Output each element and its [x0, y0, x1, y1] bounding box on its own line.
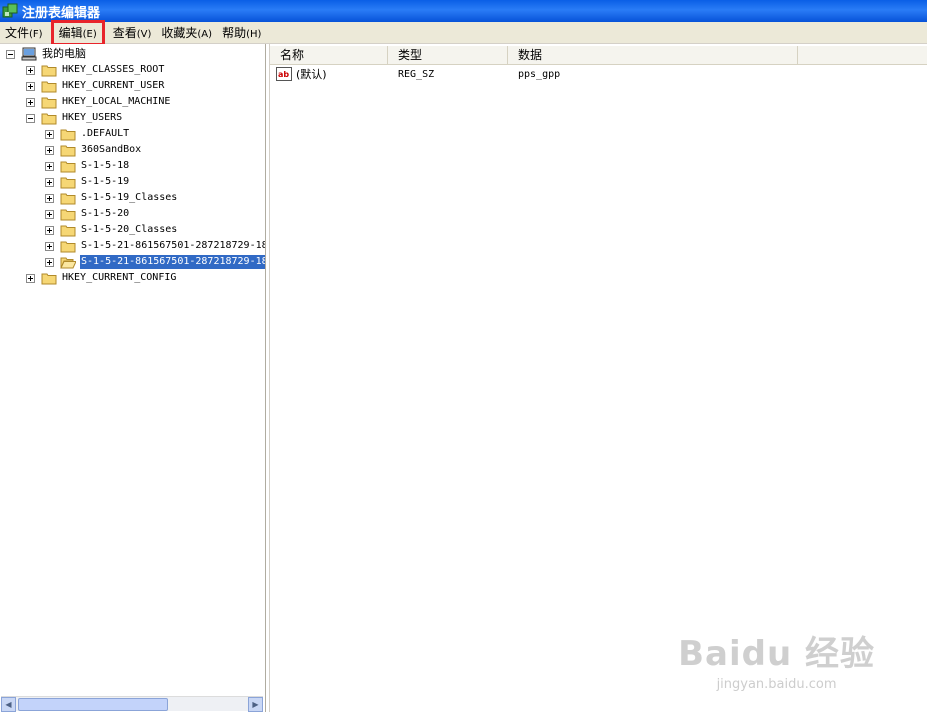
- tree-label: S-1-5-20: [81, 208, 130, 219]
- tree-node-default[interactable]: .DEFAULT: [45, 126, 130, 142]
- column-header-name[interactable]: 名称: [270, 46, 388, 65]
- folder-icon: [41, 273, 57, 284]
- open-folder-icon: [60, 257, 76, 268]
- menu-favorites-accel: (A): [197, 28, 213, 40]
- tree-label: HKEY_USERS: [62, 112, 123, 123]
- values-list: 名称 类型 数据 ab (默认) REG_SZ pps_gpp Baidu 经验…: [269, 44, 927, 712]
- tree-node-s-1-5-21-a[interactable]: S-1-5-21-861567501-287218729-18: [45, 238, 266, 254]
- computer-icon: [21, 47, 37, 61]
- menu-view-label: 查看: [112, 25, 137, 40]
- value-type: REG_SZ: [398, 68, 435, 80]
- tree-label: HKEY_CURRENT_CONFIG: [62, 272, 177, 283]
- tree-node-s-1-5-19-classes[interactable]: S-1-5-19_Classes: [45, 190, 178, 206]
- menu-file-accel: (F): [29, 28, 43, 40]
- tree-label: HKEY_CLASSES_ROOT: [62, 64, 165, 75]
- folder-icon: [60, 241, 76, 252]
- tree-label: HKEY_LOCAL_MACHINE: [62, 96, 171, 107]
- column-header-data[interactable]: 数据: [508, 46, 798, 65]
- window-title: 注册表编辑器: [22, 5, 101, 21]
- scroll-right-icon[interactable]: ▶: [248, 697, 263, 712]
- collapse-icon[interactable]: [6, 49, 15, 59]
- expand-icon[interactable]: [26, 65, 35, 75]
- tree-node-s-1-5-18[interactable]: S-1-5-18: [45, 158, 130, 174]
- value-name: (默认): [296, 68, 327, 81]
- expand-icon[interactable]: [26, 273, 35, 283]
- regedit-icon: [2, 3, 18, 18]
- folder-icon: [60, 129, 76, 140]
- tree-node-s-1-5-20[interactable]: S-1-5-20: [45, 206, 130, 222]
- folder-icon: [60, 161, 76, 172]
- tree-label: 360SandBox: [81, 144, 142, 155]
- value-data: pps_gpp: [518, 68, 561, 80]
- folder-icon: [60, 145, 76, 156]
- watermark: Baidu 经验 jingyan.baidu.com: [678, 626, 875, 692]
- menu-file[interactable]: 文件(F): [0, 23, 48, 43]
- value-row[interactable]: ab (默认) REG_SZ pps_gpp: [270, 66, 927, 82]
- menu-help-label: 帮助: [222, 25, 247, 40]
- folder-icon: [60, 209, 76, 220]
- folder-icon: [41, 65, 57, 76]
- tree-node-360sandbox[interactable]: 360SandBox: [45, 142, 142, 158]
- tree-node-hkcr[interactable]: HKEY_CLASSES_ROOT: [26, 62, 165, 78]
- tree-label: S-1-5-20_Classes: [81, 224, 178, 235]
- scroll-thumb[interactable]: [18, 698, 168, 711]
- tree-node-hkcc[interactable]: HKEY_CURRENT_CONFIG: [26, 270, 177, 286]
- tree-label: 我的电脑: [42, 47, 86, 60]
- menu-view[interactable]: 查看(V): [108, 23, 157, 43]
- expand-icon[interactable]: [45, 193, 54, 203]
- tree-label: S-1-5-21-861567501-287218729-18: [81, 240, 266, 251]
- collapse-icon[interactable]: [26, 113, 35, 123]
- key-tree: 我的电脑 HKEY_CLASSES_ROOT HKEY_CURRENT_USER…: [0, 44, 266, 712]
- expand-icon[interactable]: [45, 145, 54, 155]
- expand-icon[interactable]: [45, 209, 54, 219]
- expand-icon[interactable]: [26, 97, 35, 107]
- menu-favorites[interactable]: 收藏夹(A): [156, 23, 217, 43]
- string-value-icon: ab: [276, 67, 292, 81]
- tree-label: S-1-5-19_Classes: [81, 192, 178, 203]
- svg-text:ab: ab: [278, 70, 289, 79]
- tree-label: HKEY_CURRENT_USER: [62, 80, 165, 91]
- menu-edit-accel: (E): [82, 28, 97, 40]
- column-header-type[interactable]: 类型: [388, 46, 508, 65]
- tree-label: .DEFAULT: [81, 128, 130, 139]
- folder-icon: [60, 225, 76, 236]
- scroll-left-icon[interactable]: ◀: [1, 696, 16, 712]
- watermark-url: jingyan.baidu.com: [716, 677, 837, 692]
- expand-icon[interactable]: [45, 161, 54, 171]
- tree-label-selected: S-1-5-21-861567501-287218729-18: [80, 255, 265, 269]
- menu-bar: 文件(F) 编辑(E) 查看(V) 收藏夹(A) 帮助(H): [0, 19, 927, 46]
- title-bar: 注册表编辑器: [0, 0, 927, 22]
- expand-icon[interactable]: [45, 129, 54, 139]
- menu-file-label: 文件: [5, 25, 30, 40]
- menu-view-accel: (V): [136, 28, 152, 40]
- tree-node-hkcu[interactable]: HKEY_CURRENT_USER: [26, 78, 165, 94]
- column-headers: 名称 类型 数据: [270, 46, 927, 65]
- expand-icon[interactable]: [45, 257, 54, 267]
- tree-label: S-1-5-19: [81, 176, 130, 187]
- horizontal-scrollbar[interactable]: ◀ ▶: [1, 696, 263, 712]
- expand-icon[interactable]: [45, 225, 54, 235]
- tree-node-s-1-5-19[interactable]: S-1-5-19: [45, 174, 130, 190]
- expand-icon[interactable]: [45, 177, 54, 187]
- menu-favorites-label: 收藏夹: [161, 25, 198, 40]
- folder-icon: [41, 113, 57, 124]
- folder-icon: [60, 177, 76, 188]
- tree-label: S-1-5-18: [81, 160, 130, 171]
- expand-icon[interactable]: [45, 241, 54, 251]
- tree-node-my-computer[interactable]: 我的电脑: [6, 46, 87, 62]
- menu-edit-label: 编辑: [58, 25, 83, 40]
- menu-edit[interactable]: 编辑(E): [50, 19, 105, 46]
- expand-icon[interactable]: [26, 81, 35, 91]
- folder-icon: [41, 81, 57, 92]
- tree-node-s-1-5-21-b[interactable]: S-1-5-21-861567501-287218729-18: [45, 254, 265, 270]
- menu-help[interactable]: 帮助(H): [217, 23, 266, 43]
- folder-icon: [41, 97, 57, 108]
- folder-icon: [60, 193, 76, 204]
- tree-node-hku[interactable]: HKEY_USERS: [26, 110, 123, 126]
- tree-node-hklm[interactable]: HKEY_LOCAL_MACHINE: [26, 94, 171, 110]
- watermark-logo: Baidu 经验: [678, 634, 875, 674]
- menu-help-accel: (H): [246, 28, 262, 40]
- tree-node-s-1-5-20-classes[interactable]: S-1-5-20_Classes: [45, 222, 178, 238]
